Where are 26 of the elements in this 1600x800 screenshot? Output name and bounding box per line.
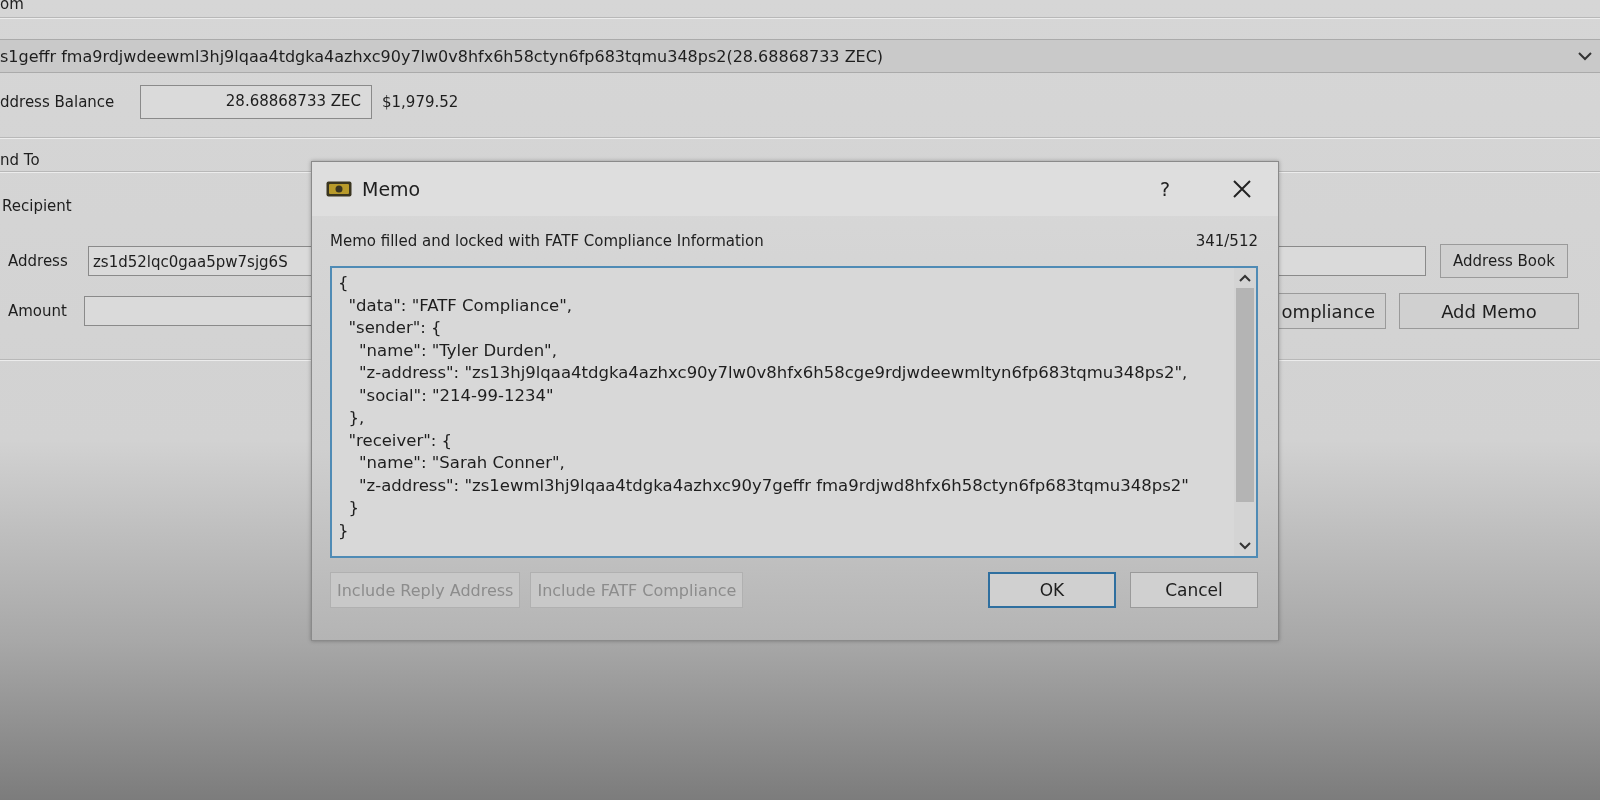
field-label: Address bbox=[8, 252, 69, 270]
memo-text-area[interactable]: { "data": "FATF Compliance", "sender": { "name": "Tyler Durden", "z-address": "zs13hj9lqaa4tdgka4azhxc90y7lw0v8hfx6h58cge9rdjwdeewmltyn6fp683tqmu348ps2", "social": "214-99-1234" }, "receiver": { "name": "Sarah Conner", "z-address": "zs1ewml3hj9lqaa4tdgka4azhxc90y7geffr fma9rdjwd8hfx6h58ctyn6fp683tqmu348ps2" } } bbox=[330, 266, 1258, 558]
dialog-button: Include Reply Address bbox=[330, 572, 521, 608]
status-text: Memo filled and locked with FATF Compliance Information bbox=[330, 232, 764, 250]
help-button[interactable]: ? bbox=[1155, 178, 1174, 200]
section-label: om bbox=[0, 0, 25, 15]
scrollbar[interactable] bbox=[1234, 268, 1256, 556]
address-dropdown[interactable]: s1geffr fma9rdjwdeewml3hj9lqaa4tdgka4azhxc90y7lw0v8hfx6h58ctyn6fp683tqmu348ps2(28.68868733 ZEC) bbox=[0, 39, 1600, 73]
dialog-button[interactable]: OK bbox=[988, 572, 1116, 608]
add-memo-button[interactable]: Add Memo bbox=[1399, 293, 1579, 329]
address-book-button[interactable]: Address Book bbox=[1440, 244, 1568, 278]
caret-icon bbox=[1578, 51, 1592, 61]
section-label: nd To bbox=[0, 151, 41, 171]
dialog-title: Memo bbox=[362, 178, 421, 200]
character-counter: 341/512 bbox=[1195, 232, 1258, 250]
field-label: ddress Balance bbox=[0, 93, 116, 111]
close-icon[interactable] bbox=[1232, 179, 1252, 199]
scroll-up-icon[interactable] bbox=[1239, 274, 1251, 282]
field-label: Amount bbox=[8, 302, 68, 320]
dialog-button[interactable]: Cancel bbox=[1130, 572, 1258, 608]
usd-value: $1,979.52 bbox=[382, 93, 459, 111]
balance-field: 28.68868733 ZEC bbox=[140, 85, 372, 119]
scroll-down-icon[interactable] bbox=[1239, 542, 1251, 550]
group-label: Recipient bbox=[2, 197, 72, 217]
banknote-icon bbox=[326, 181, 352, 197]
dialog-button: Include FATF Compliance bbox=[530, 572, 744, 608]
